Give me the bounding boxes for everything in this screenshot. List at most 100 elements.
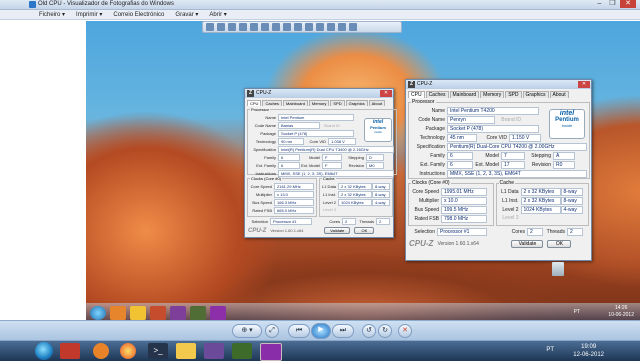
inner-app-icon[interactable] [170, 306, 186, 320]
ok-button[interactable]: OK [354, 227, 375, 234]
inner-firefox-icon[interactable] [110, 306, 126, 320]
inner-app-icon[interactable] [210, 306, 226, 320]
cores-label: Cores [329, 219, 340, 224]
opera-icon[interactable] [60, 343, 80, 359]
corevid-value: 1.038 V [328, 138, 356, 145]
codename-value: Banias [278, 122, 320, 129]
selection-dropdown[interactable]: Processor #1 [437, 228, 487, 236]
model-label: Model [485, 153, 499, 159]
extfamily-label: Ext. Family [420, 162, 445, 168]
app-icon[interactable] [232, 343, 252, 359]
technology-label: Technology [419, 135, 445, 141]
screenshot-toolbar [202, 21, 402, 33]
menu-print[interactable]: Imprimir ▾ [72, 10, 106, 19]
tab-mainboard[interactable]: Mainboard [283, 100, 308, 106]
tool-icon[interactable] [305, 23, 313, 31]
processor-legend: Processor [251, 107, 270, 112]
busspeed-value: 166.3 MHz [274, 199, 314, 206]
delete-icon[interactable]: ✕ [398, 324, 412, 338]
version-text: Version 1.60.1.x64 [270, 228, 304, 233]
maximize-button[interactable]: ❐ [607, 0, 618, 8]
language-indicator[interactable]: PT [546, 347, 554, 353]
inner-app-icon[interactable] [190, 306, 206, 320]
previous-button[interactable]: ⏮ [288, 324, 310, 338]
intel-brand: intel [559, 110, 575, 117]
tool-icon[interactable] [349, 23, 357, 31]
rotate-right-icon[interactable]: ↻ [378, 324, 392, 338]
tab-cpu[interactable]: CPU [247, 100, 262, 106]
menu-file[interactable]: Ficheiro ▾ [35, 10, 69, 19]
tab-about[interactable]: About [549, 91, 569, 98]
firefox-icon[interactable] [93, 343, 109, 359]
tab-cpu[interactable]: CPU [408, 91, 425, 98]
tab-memory[interactable]: Memory [308, 100, 330, 106]
close-button[interactable]: ✕ [620, 0, 636, 8]
slideshow-button[interactable]: ▶ [311, 323, 331, 339]
menu-open[interactable]: Abrir ▾ [205, 10, 230, 19]
close-icon[interactable]: ✕ [578, 81, 590, 88]
minimize-button[interactable]: – [594, 0, 605, 8]
cores-label: Cores [511, 229, 525, 235]
system-clock[interactable]: 19:09 12-06-2012 [573, 343, 604, 359]
inner-explorer-icon[interactable] [130, 306, 146, 320]
photo-viewer-taskbar-icon[interactable] [260, 343, 282, 361]
tab-graphics[interactable]: Graphics [345, 100, 368, 106]
close-icon[interactable]: ✕ [380, 90, 392, 97]
menu-burn[interactable]: Gravar ▾ [171, 10, 202, 19]
inner-app-icon[interactable] [150, 306, 166, 320]
tool-icon[interactable] [228, 23, 236, 31]
tool-icon[interactable] [239, 23, 247, 31]
start-button[interactable] [35, 342, 53, 360]
brandid-label: Brand ID [501, 117, 521, 123]
folder-icon[interactable] [176, 343, 196, 359]
zoom-button[interactable]: ⊕ ▾ [232, 324, 262, 338]
stepping-value: A [553, 152, 575, 160]
technology-value: 90 nm [278, 138, 304, 145]
tool-icon[interactable] [316, 23, 324, 31]
window-title: Old CPU - Visualizador de Fotografias do… [38, 1, 174, 7]
validate-button[interactable]: Validate [324, 227, 351, 234]
cache-legend: Cache [499, 180, 514, 186]
tool-icon[interactable] [327, 23, 335, 31]
validate-button[interactable]: Validate [511, 239, 544, 248]
stepping-label: Stepping [348, 155, 364, 160]
tool-icon[interactable] [283, 23, 291, 31]
tool-icon[interactable] [261, 23, 269, 31]
cpuz-brand-logo: CPU-Z [248, 227, 267, 234]
media-icon[interactable] [204, 343, 224, 359]
l1data-label: L1 Data [501, 189, 519, 195]
tool-icon[interactable] [206, 23, 214, 31]
chrome-icon[interactable] [120, 343, 136, 359]
selection-dropdown[interactable]: Processor #1 [270, 218, 312, 225]
tool-icon[interactable] [272, 23, 280, 31]
level2-value: 1024 KBytes [520, 206, 561, 214]
cache-group: Cache L1 Data 2 x 32 KBytes 8-way L1 Inst.… [495, 180, 589, 226]
tool-icon[interactable] [294, 23, 302, 31]
tab-graphics[interactable]: Graphics [522, 91, 549, 98]
ok-button[interactable]: OK [547, 239, 572, 248]
cpuz-titlebar: Z CPU-Z ✕ [406, 80, 591, 89]
tab-caches[interactable]: Caches [262, 100, 283, 106]
clocks-group: Clocks (Core #0) Core Speed 2161.29 MHz M… [247, 176, 317, 217]
tab-mainboard[interactable]: Mainboard [449, 91, 480, 98]
recycle-bin-icon[interactable] [548, 262, 568, 284]
extmodel-label: Ext. Model [301, 163, 320, 168]
cores-value: 2 [527, 228, 543, 236]
instructions-value: MMX, SSE (1, 2, 3, 3S), EM64T [447, 170, 587, 178]
menu-email[interactable]: Correio Electrónico [109, 10, 168, 19]
tool-icon[interactable] [250, 23, 258, 31]
tab-spd[interactable]: SPD [505, 91, 522, 98]
rotate-left-icon[interactable]: ↺ [362, 324, 376, 338]
tab-spd[interactable]: SPD [330, 100, 345, 106]
fit-window-icon[interactable]: ⤢ [265, 324, 279, 338]
tab-about[interactable]: About [368, 100, 386, 106]
tool-icon[interactable] [338, 23, 346, 31]
cpuz-window-large: Z CPU-Z ✕ CPU Caches Mainboard Memory SP… [405, 79, 592, 261]
threads-label: Threads [546, 229, 565, 235]
tab-caches[interactable]: Caches [425, 91, 449, 98]
tab-memory[interactable]: Memory [480, 91, 505, 98]
inner-start-icon[interactable] [90, 306, 106, 320]
terminal-icon[interactable]: >_ [148, 343, 168, 359]
tool-icon[interactable] [217, 23, 225, 31]
next-button[interactable]: ⏭ [332, 324, 354, 338]
